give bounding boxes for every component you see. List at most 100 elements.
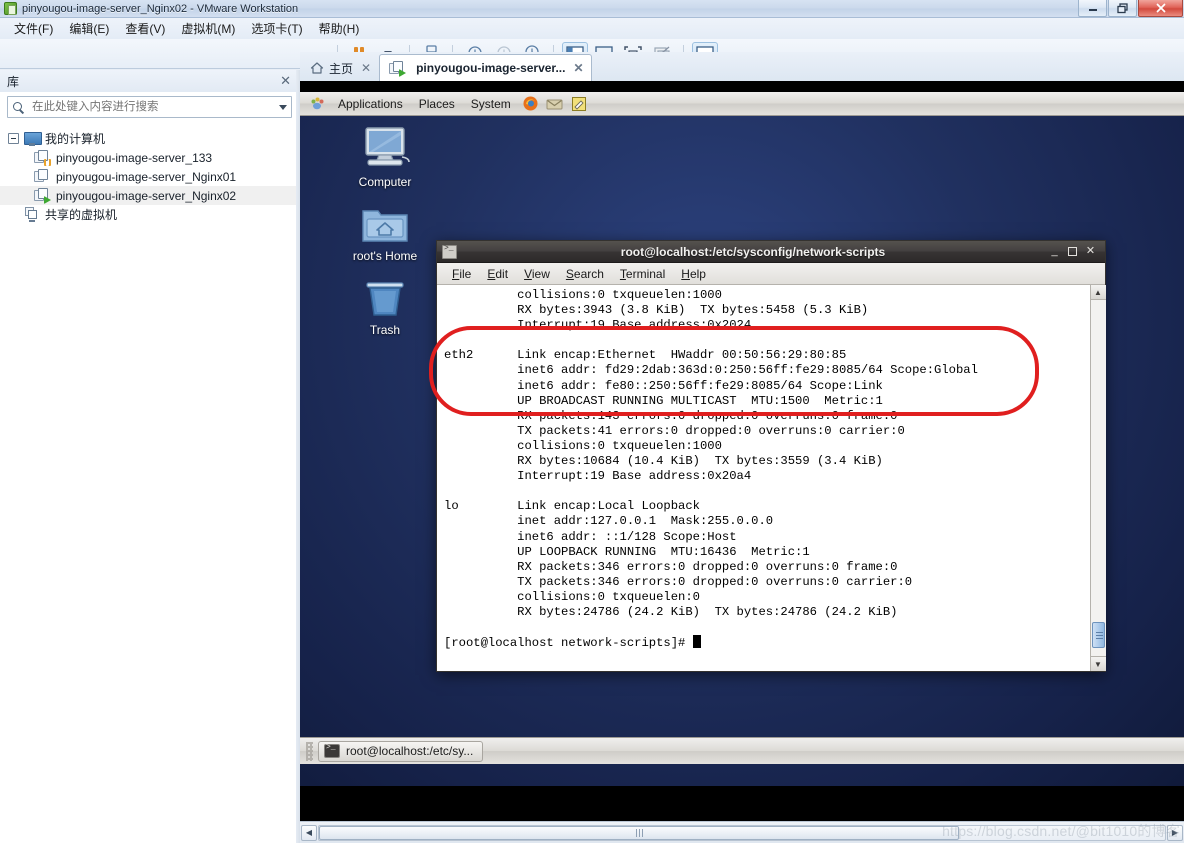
close-button[interactable] <box>1138 0 1183 17</box>
search-box[interactable] <box>7 96 292 118</box>
terminal-menu-view[interactable]: View <box>518 266 558 282</box>
trash-icon <box>340 270 430 320</box>
terminal-icon <box>324 743 340 758</box>
menu-vm[interactable]: 虚拟机(M) <box>173 18 243 39</box>
vm-icon <box>34 188 51 204</box>
computer-icon <box>340 122 430 172</box>
window-title: pinyougou-image-server_Nginx02 - VMware … <box>22 2 299 15</box>
tree-node-label: 共享的虚拟机 <box>45 208 118 222</box>
hscrollbar-grip <box>635 828 643 837</box>
menu-tabs[interactable]: 选项卡(T) <box>243 18 310 39</box>
terminal-window-controls: _ ✕ <box>1049 246 1100 257</box>
gnome-menu-system[interactable]: System <box>465 96 517 112</box>
library-header: 库 ✕ <box>0 70 299 92</box>
desktop-icon-trash[interactable]: Trash <box>340 270 430 337</box>
library-search-wrap <box>0 92 299 123</box>
minimize-button[interactable] <box>1078 0 1107 17</box>
tab-vm-console[interactable]: pinyougou-image-server... ✕ <box>379 54 592 81</box>
text-editor-icon[interactable] <box>569 94 589 114</box>
desktop-icon-label: root's Home <box>352 249 418 263</box>
home-folder-icon <box>340 196 430 246</box>
gnome-menu-applications[interactable]: Applications <box>332 96 409 112</box>
vmware-vm-icon <box>4 2 17 15</box>
terminal-close-button[interactable]: ✕ <box>1085 246 1096 257</box>
chevron-right-icon[interactable]: ▶ <box>1167 824 1183 841</box>
library-title: 库 <box>7 74 20 89</box>
gnome-top-panel: Applications Places System <box>300 92 1184 116</box>
vm-tree: 我的计算机 pinyougou-image-server_133 pinyoug… <box>0 123 299 224</box>
terminal-menu-search[interactable]: Search <box>560 266 612 282</box>
taskbar-item-label: root@localhost:/etc/sy... <box>346 744 474 758</box>
search-input[interactable] <box>30 100 275 114</box>
terminal-menu-terminal[interactable]: Terminal <box>614 266 673 282</box>
firefox-icon[interactable] <box>521 94 541 114</box>
vmware-workstation-window: pinyougou-image-server_Nginx02 - VMware … <box>0 0 1184 843</box>
desktop-icon-root-home[interactable]: root's Home <box>340 196 430 263</box>
collapse-box-icon[interactable] <box>8 133 19 144</box>
gnome-menu-places[interactable]: Places <box>413 96 461 112</box>
hscrollbar-track[interactable] <box>318 824 1166 841</box>
window-titlebar: pinyougou-image-server_Nginx02 - VMware … <box>0 0 1184 18</box>
hscrollbar-thumb[interactable] <box>319 825 959 840</box>
terminal-output[interactable]: collisions:0 txqueuelen:1000 RX bytes:39… <box>437 285 1105 671</box>
tree-node-vm-nginx02[interactable]: pinyougou-image-server_Nginx02 <box>0 186 299 205</box>
window-controls <box>1078 0 1183 17</box>
tree-node-my-computer[interactable]: 我的计算机 <box>0 129 299 148</box>
home-icon <box>310 61 324 75</box>
shared-vms-icon <box>24 207 39 222</box>
tab-close-icon[interactable]: ✕ <box>573 61 583 75</box>
scroll-down-arrow-icon[interactable]: ▼ <box>1090 656 1106 671</box>
terminal-title: root@localhost:/etc/sysconfig/network-sc… <box>620 244 886 259</box>
terminal-minimize-button[interactable]: _ <box>1049 246 1060 257</box>
terminal-menu-help[interactable]: Help <box>675 266 714 282</box>
terminal-window[interactable]: root@localhost:/etc/sysconfig/network-sc… <box>436 240 1106 672</box>
menu-help[interactable]: 帮助(H) <box>311 18 368 39</box>
search-icon <box>12 101 25 114</box>
taskbar-item-terminal[interactable]: root@localhost:/etc/sy... <box>318 740 484 762</box>
tab-label: 主页 <box>329 61 354 76</box>
terminal-menubar: File Edit View Search Terminal Help <box>437 263 1105 285</box>
tab-label: pinyougou-image-server... <box>416 61 566 75</box>
tree-node-vm-133[interactable]: pinyougou-image-server_133 <box>0 148 299 167</box>
library-close-icon[interactable]: ✕ <box>280 73 291 89</box>
terminal-menu-file[interactable]: File <box>446 266 479 282</box>
tree-node-label: 我的计算机 <box>45 132 106 146</box>
tree-node-vm-nginx01[interactable]: pinyougou-image-server_Nginx01 <box>0 167 299 186</box>
terminal-text: collisions:0 txqueuelen:1000 RX bytes:39… <box>444 288 978 619</box>
menu-view[interactable]: 查看(V) <box>117 18 173 39</box>
tab-close-icon[interactable]: ✕ <box>361 61 371 75</box>
tree-node-label: pinyougou-image-server_133 <box>56 150 213 165</box>
vm-icon <box>34 169 50 184</box>
terminal-cursor <box>692 635 701 649</box>
tab-home[interactable]: 主页 ✕ <box>300 54 379 81</box>
tree-node-label: pinyougou-image-server_Nginx01 <box>56 169 237 184</box>
tab-bar: 主页 ✕ pinyougou-image-server... ✕ <box>300 52 1184 81</box>
terminal-menu-edit[interactable]: Edit <box>481 266 516 282</box>
taskbar-grip[interactable] <box>306 741 313 761</box>
gnome-desktop[interactable]: Computer root's Home Trash >_ root@local… <box>300 116 1184 786</box>
terminal-prompt: [root@localhost network-scripts]# <box>444 636 693 651</box>
desktop-icon-label: Trash <box>369 323 401 337</box>
scroll-up-arrow-icon[interactable]: ▲ <box>1090 285 1106 300</box>
terminal-maximize-button[interactable] <box>1068 247 1077 256</box>
tree-node-shared-vms[interactable]: 共享的虚拟机 <box>0 205 299 224</box>
scrollbar-track[interactable] <box>1090 300 1106 656</box>
desktop-icon-computer[interactable]: Computer <box>340 122 430 189</box>
desktop-icon-label: Computer <box>358 175 412 189</box>
chevron-down-icon[interactable] <box>279 104 287 110</box>
console-statusbar: ◀ ▶ <box>300 821 1184 843</box>
terminal-scrollbar[interactable]: ▲ ▼ <box>1090 285 1106 671</box>
scrollbar-thumb[interactable] <box>1091 622 1105 648</box>
main-menubar: 文件(F) 编辑(E) 查看(V) 虚拟机(M) 选项卡(T) 帮助(H) <box>0 18 1184 39</box>
vm-console-screen[interactable]: Applications Places System Computer root… <box>300 81 1184 821</box>
chevron-left-icon[interactable]: ◀ <box>301 824 317 841</box>
restore-button[interactable] <box>1108 0 1137 17</box>
menu-edit[interactable]: 编辑(E) <box>61 18 117 39</box>
tree-node-label: pinyougou-image-server_Nginx02 <box>56 188 237 203</box>
terminal-icon <box>442 244 457 259</box>
vm-icon <box>34 150 50 165</box>
library-sidebar: 库 ✕ 我的计算机 pinyougou-image-server_133 <box>0 70 300 843</box>
menu-file[interactable]: 文件(F) <box>6 18 61 39</box>
monitor-icon <box>24 131 42 146</box>
evolution-mail-icon[interactable] <box>545 94 565 114</box>
